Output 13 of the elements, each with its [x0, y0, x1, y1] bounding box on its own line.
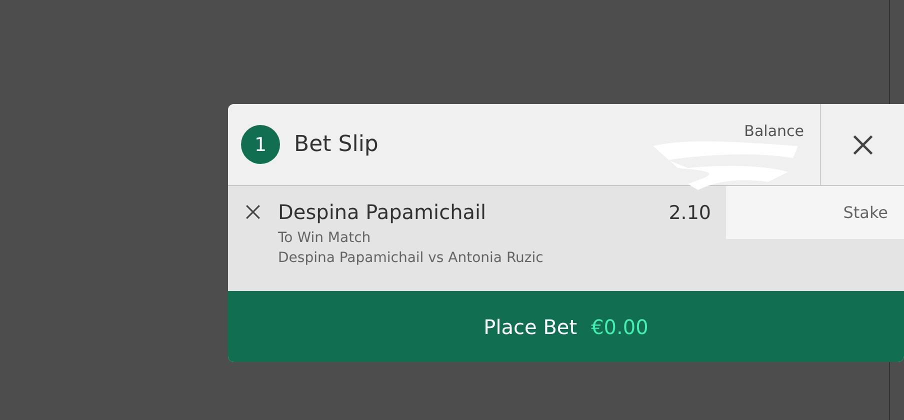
close-icon	[245, 204, 261, 220]
selection-count-badge: 1	[241, 125, 280, 164]
bet-slip-title: Bet Slip	[294, 132, 380, 157]
stake-input-field[interactable]: Stake	[726, 186, 904, 239]
remove-selection-button[interactable]	[244, 203, 262, 221]
event-name: Despina Papamichail vs Antonia Ruzic	[278, 250, 544, 267]
place-bet-button[interactable]: Place Bet €0.00	[228, 291, 904, 362]
close-icon	[852, 134, 874, 156]
odds-value: 2.10	[668, 202, 712, 226]
balance-label: Balance	[744, 122, 804, 140]
selection-name: Despina Papamichail	[278, 200, 488, 224]
bet-amount: €0.00	[591, 314, 648, 338]
market-name: To Win Match	[278, 230, 372, 247]
